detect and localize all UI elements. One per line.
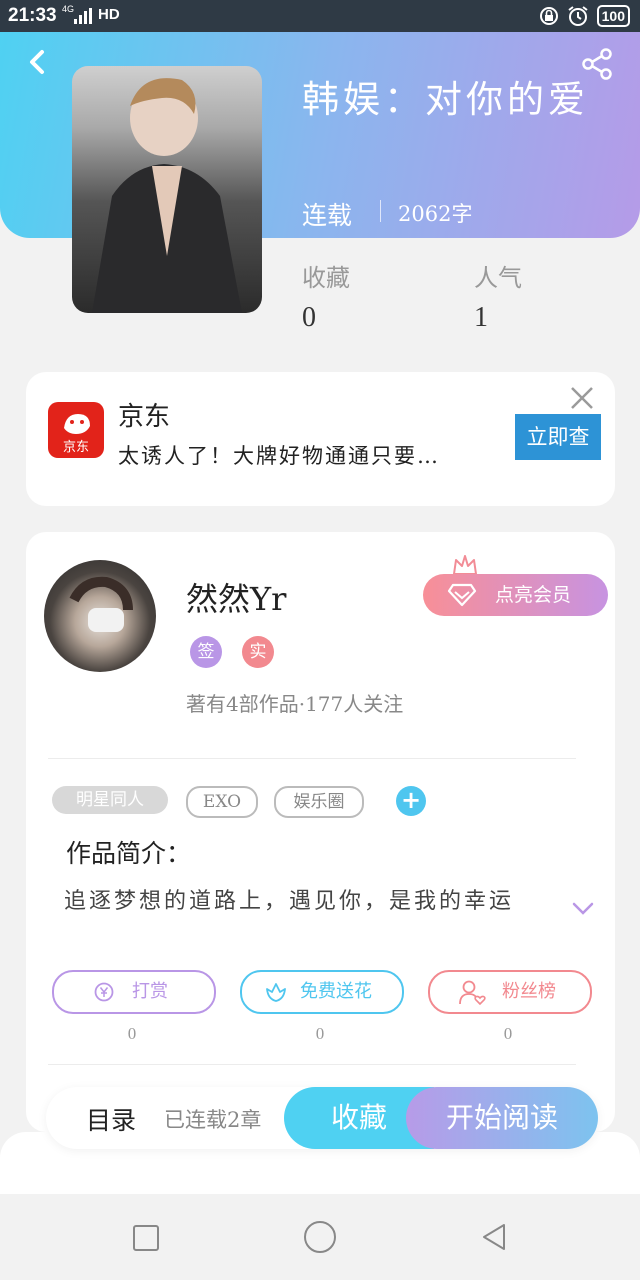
ad-card[interactable]: 京东 京东 太诱人了！大牌好物通通只要… 立即查 [26, 372, 615, 506]
author-stats: 著有4部作品·177人关注 [186, 692, 404, 716]
coin-icon [94, 982, 114, 1002]
send-flower-label: 免费送花 [300, 981, 372, 1002]
chapter-count[interactable]: 已连载2章 [164, 1104, 261, 1134]
avatar[interactable] [44, 560, 156, 672]
ad-cta-button[interactable]: 立即查 [515, 414, 601, 460]
activate-membership-button[interactable]: 点亮会员 [423, 574, 608, 616]
ad-description: 太诱人了！大牌好物通通只要… [118, 444, 440, 468]
book-title: 韩娱：对你的爱 [302, 78, 589, 121]
ad-brand: 京东 [118, 402, 171, 432]
book-cover-image[interactable] [72, 66, 262, 313]
tag-entertainment[interactable]: 娱乐圈 [274, 786, 364, 818]
start-reading-button[interactable]: 开始阅读 [406, 1087, 598, 1149]
table-of-contents-link[interactable]: 目录 [86, 1101, 136, 1137]
membership-label: 点亮会员 [495, 584, 572, 606]
signed-badge: 签 [190, 636, 222, 668]
jd-logo-text: 京东 [62, 440, 89, 455]
verified-badge: 实 [242, 636, 274, 668]
lock-rotation-icon [539, 7, 558, 25]
fan-ranking-label: 粉丝榜 [502, 981, 556, 1002]
cover-figure-illustration [92, 78, 242, 313]
fan-ranking-button[interactable]: 粉丝榜 [428, 970, 592, 1014]
stat-value-popularity: 1 [474, 302, 488, 333]
stat-label-favorites: 收藏 [302, 264, 350, 292]
stat-value-favorites: 0 [302, 302, 316, 333]
back-triangle-icon[interactable] [480, 1222, 508, 1252]
author-name[interactable]: 然然Yr [186, 574, 286, 620]
stat-label-popularity: 人气 [474, 264, 522, 292]
fan-count: 0 [503, 1024, 513, 1043]
divider [48, 1064, 576, 1065]
hd-label: HD [98, 6, 120, 23]
intro-title: 作品简介： [66, 839, 192, 868]
status-time: 21:33 [8, 5, 57, 26]
status-separator [380, 200, 381, 222]
tip-count: 0 [127, 1024, 137, 1043]
chevron-down-icon[interactable] [572, 902, 594, 916]
author-card: 然然Yr 签 实 著有4部作品·177人关注 点亮会员 明星同人 EXO 娱乐圈… [26, 532, 615, 1132]
close-icon[interactable] [566, 382, 598, 414]
home-button[interactable] [304, 1221, 336, 1253]
signal-icon [74, 8, 92, 24]
add-tag-button[interactable]: + [396, 786, 426, 816]
divider [48, 758, 576, 759]
book-status: 连载 [302, 201, 353, 230]
avatar-mask-figure [69, 576, 133, 632]
network-type: 4G [62, 4, 75, 14]
bottom-action-bar: 目录 已连载2章 收藏 开始阅读 [46, 1087, 598, 1149]
system-navigation-bar [0, 1194, 640, 1280]
flower-count: 0 [315, 1024, 325, 1043]
back-icon[interactable] [20, 44, 56, 80]
tip-label: 打赏 [132, 981, 168, 1002]
flower-icon [266, 983, 286, 1002]
send-flower-button[interactable]: 免费送花 [240, 970, 404, 1014]
battery-indicator: 100 [596, 5, 630, 27]
jd-logo: 京东 [48, 402, 104, 458]
word-count: 2062字 [398, 202, 473, 226]
diamond-icon [447, 583, 477, 607]
intro-text: 追逐梦想的道路上，遇见你，是我的幸运 [64, 889, 515, 914]
user-heart-icon [459, 980, 486, 1005]
tag-idol-fanfic[interactable]: 明星同人 [52, 786, 168, 814]
status-bar: 21:33 4G HD 100 [0, 0, 640, 32]
recents-button[interactable] [133, 1225, 159, 1251]
alarm-icon [568, 6, 588, 26]
tip-button[interactable]: 打赏 [52, 970, 216, 1014]
tag-exo[interactable]: EXO [186, 786, 258, 818]
crown-icon [453, 555, 477, 575]
